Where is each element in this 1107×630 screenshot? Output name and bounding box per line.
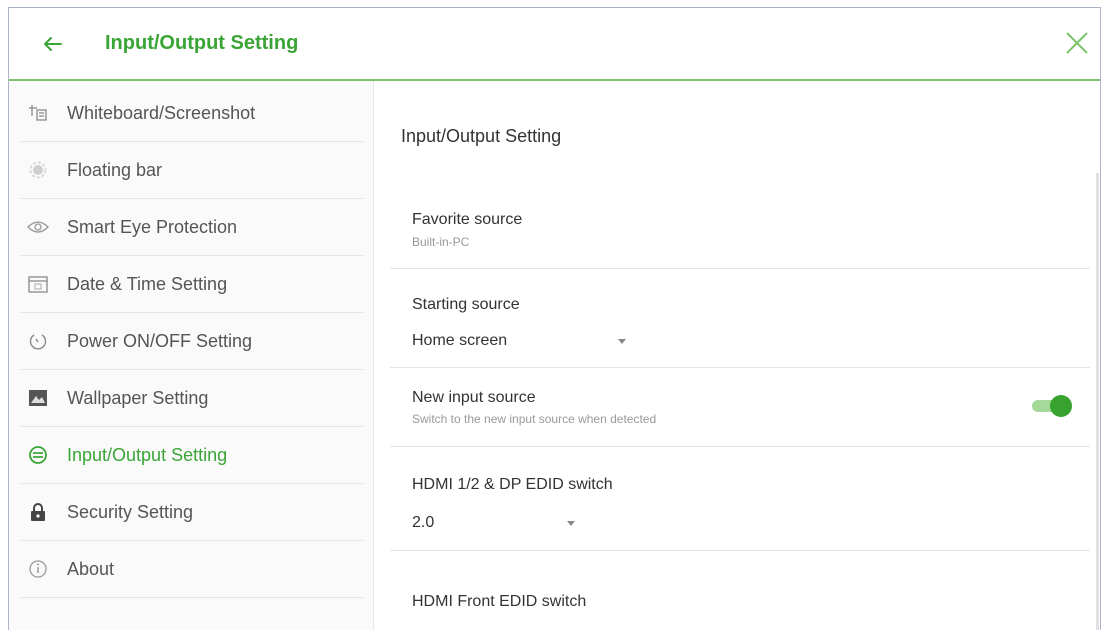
- new-input-source-label: New input source: [412, 389, 536, 406]
- wallpaper-icon: [27, 387, 49, 409]
- calendar-icon: [27, 273, 49, 295]
- back-button[interactable]: [39, 30, 67, 58]
- hdmi-dp-edid-row: HDMI 1/2 & DP EDID switch 2.0: [390, 447, 1090, 551]
- sidebar-item-floating-bar[interactable]: Floating bar: [21, 142, 363, 199]
- sidebar: Whiteboard/Screenshot Floating bar Smart…: [9, 81, 374, 630]
- sidebar-item-wallpaper[interactable]: Wallpaper Setting: [21, 370, 363, 427]
- sidebar-item-security[interactable]: Security Setting: [21, 484, 363, 541]
- favorite-source-value: Built-in-PC: [412, 235, 470, 249]
- new-input-source-toggle[interactable]: [1032, 395, 1072, 417]
- starting-source-row: Starting source Home screen: [390, 269, 1090, 368]
- sidebar-item-label: Power ON/OFF Setting: [67, 330, 253, 351]
- sidebar-item-label: Smart Eye Protection: [67, 216, 238, 237]
- section-title: Input/Output Setting: [401, 126, 562, 146]
- sidebar-item-eye-protection[interactable]: Smart Eye Protection: [21, 199, 363, 256]
- hdmi-front-edid-label: HDMI Front EDID switch: [412, 593, 587, 610]
- sidebar-item-about[interactable]: About: [21, 541, 363, 598]
- sidebar-item-label: About: [67, 558, 115, 579]
- page-title: Input/Output Setting: [105, 32, 299, 54]
- favorite-source-row[interactable]: Favorite source Built-in-PC: [390, 189, 1090, 269]
- starting-source-label: Starting source: [412, 296, 520, 313]
- sidebar-item-label: Floating bar: [67, 159, 163, 180]
- sidebar-item-power[interactable]: Power ON/OFF Setting: [21, 313, 363, 370]
- eye-icon: [27, 216, 49, 238]
- sidebar-item-date-time[interactable]: Date & Time Setting: [21, 256, 363, 313]
- scrollbar[interactable]: [1096, 173, 1099, 630]
- sidebar-item-label: Wallpaper Setting: [67, 387, 209, 408]
- close-button[interactable]: [1062, 28, 1092, 58]
- starting-source-dropdown[interactable]: Home screen: [412, 332, 627, 350]
- header-bar: Input/Output Setting: [9, 8, 1100, 81]
- chevron-down-icon: [618, 338, 627, 344]
- sidebar-item-label: Security Setting: [67, 501, 194, 522]
- hdmi-dp-edid-value: 2.0: [412, 514, 435, 531]
- settings-window: Input/Output Setting Whiteboard/Screensh…: [8, 7, 1101, 630]
- hdmi-dp-edid-label: HDMI 1/2 & DP EDID switch: [412, 476, 613, 493]
- main-panel: Input/Output Setting Favorite source Bui…: [374, 81, 1100, 630]
- hdmi-front-edid-row: HDMI Front EDID switch: [390, 551, 1090, 630]
- sidebar-item-label: Whiteboard/Screenshot: [67, 102, 256, 123]
- chevron-down-icon: [567, 520, 576, 526]
- input-output-icon: [27, 444, 49, 466]
- sidebar-item-whiteboard[interactable]: Whiteboard/Screenshot: [21, 85, 363, 142]
- whiteboard-icon: [27, 102, 49, 124]
- starting-source-value: Home screen: [412, 332, 508, 349]
- power-icon: [27, 330, 49, 352]
- back-arrow-icon: [44, 37, 62, 51]
- sidebar-item-input-output[interactable]: Input/Output Setting: [21, 427, 363, 484]
- new-input-source-row: New input source Switch to the new input…: [390, 368, 1090, 447]
- close-icon: [1066, 32, 1088, 54]
- toggle-knob: [1050, 395, 1072, 417]
- hdmi-dp-edid-dropdown[interactable]: 2.0: [412, 514, 576, 532]
- lock-icon: [27, 501, 49, 523]
- info-icon: [27, 558, 49, 580]
- floating-bar-icon: [27, 159, 49, 181]
- sidebar-item-label: Date & Time Setting: [67, 273, 228, 294]
- favorite-source-label: Favorite source: [412, 211, 523, 228]
- new-input-source-description: Switch to the new input source when dete…: [412, 412, 657, 426]
- sidebar-item-label: Input/Output Setting: [67, 444, 228, 465]
